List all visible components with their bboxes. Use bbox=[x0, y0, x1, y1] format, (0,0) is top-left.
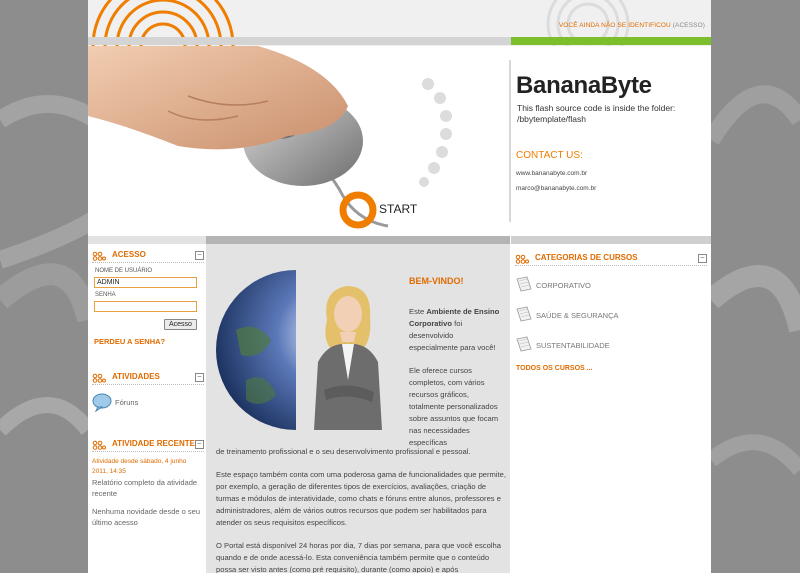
contact-title: CONTACT US: bbox=[516, 150, 583, 161]
forums-link[interactable]: Fóruns bbox=[115, 397, 138, 408]
welcome-offer-continuation: de treinamento profissional e o seu dese… bbox=[216, 447, 471, 456]
brand-note-line1: This flash source code is inside the fol… bbox=[517, 103, 676, 113]
category-label: SUSTENTABILIDADE bbox=[536, 341, 610, 350]
collapse-icon[interactable]: – bbox=[195, 440, 204, 449]
header-green-bar bbox=[511, 37, 711, 45]
collapse-icon[interactable]: – bbox=[195, 373, 204, 382]
start-label[interactable]: START bbox=[379, 202, 417, 216]
center-column: BEM-VINDO! Este Ambiente de Ensino Corpo… bbox=[206, 244, 510, 573]
progress-dots-icon bbox=[419, 78, 452, 187]
top-header: VOCÊ AINDA NÃO SE IDENTIFICOU (ACESSO) bbox=[88, 0, 711, 46]
forum-bubble-icon[interactable] bbox=[92, 392, 112, 412]
category-item-saude-seguranca[interactable]: SAÚDE & SEGURANÇA bbox=[515, 305, 665, 325]
start-ring-icon[interactable] bbox=[336, 188, 380, 232]
access-block-title: ACESSO bbox=[112, 250, 146, 259]
access-block-header: ACESSO – bbox=[92, 250, 204, 263]
document-icon bbox=[516, 276, 532, 292]
right-column: CATEGORIAS DE CURSOS – CORPORATIVO SAÚDE… bbox=[511, 244, 711, 573]
activities-block-header: ATIVIDADES – bbox=[92, 372, 204, 385]
password-input[interactable] bbox=[94, 301, 197, 312]
left-column: ACESSO – NOME DE USUÁRIO SENHA Acesso PE… bbox=[88, 244, 206, 573]
welcome-intro: Este Ambiente de Ensino Corporativo foi … bbox=[409, 306, 504, 354]
categories-block-header: CATEGORIAS DE CURSOS – bbox=[515, 253, 707, 266]
left-under-bar bbox=[88, 236, 206, 244]
welcome-features-text: Este espaço também conta com uma poderos… bbox=[216, 470, 506, 527]
login-link[interactable]: (ACESSO) bbox=[673, 22, 705, 29]
contact-email[interactable]: marco@bananabyte.com.br bbox=[516, 185, 596, 192]
block-dots-icon bbox=[92, 440, 106, 450]
no-news-text: Nenhuma novidade desde o seu último aces… bbox=[92, 507, 200, 527]
welcome-title: BEM-VINDO! bbox=[409, 276, 464, 286]
collapse-icon[interactable]: – bbox=[195, 251, 204, 260]
category-item-corporativo[interactable]: CORPORATIVO bbox=[515, 275, 665, 295]
block-dots-icon bbox=[515, 254, 529, 264]
block-dots-icon bbox=[92, 251, 106, 261]
category-item-sustentabilidade[interactable]: SUSTENTABILIDADE bbox=[515, 335, 665, 355]
document-icon bbox=[516, 336, 532, 352]
username-label: NOME DE USUÁRIO bbox=[95, 268, 153, 274]
brand-title: BananaByte bbox=[516, 72, 652, 99]
brand-note: This flash source code is inside the fol… bbox=[517, 103, 707, 125]
access-submit-button[interactable]: Acesso bbox=[164, 319, 197, 330]
right-under-bar bbox=[511, 236, 711, 244]
banner-divider bbox=[509, 60, 511, 222]
header-gray-bar bbox=[88, 37, 511, 45]
category-label: CORPORATIVO bbox=[536, 281, 591, 290]
recent-since-text: Atividade desde sábado, 4 junho 2011, 14… bbox=[92, 458, 187, 475]
page-container: VOCÊ AINDA NÃO SE IDENTIFICOU (ACESSO) S… bbox=[88, 0, 711, 573]
login-status-text: VOCÊ AINDA NÃO SE IDENTIFICOU bbox=[558, 22, 671, 29]
globe-icon bbox=[216, 270, 296, 430]
login-status: VOCÊ AINDA NÃO SE IDENTIFICOU (ACESSO) bbox=[559, 22, 705, 29]
collapse-icon[interactable]: – bbox=[698, 254, 707, 263]
full-report-link[interactable]: Relatório completo da atividade recente bbox=[92, 477, 202, 499]
password-label: SENHA bbox=[95, 292, 116, 298]
username-input[interactable] bbox=[94, 277, 197, 288]
welcome-intro-prefix: Este bbox=[409, 307, 427, 316]
welcome-portal-text: O Portal está disponível 24 horas por di… bbox=[216, 541, 501, 573]
all-courses-link[interactable]: TODOS OS CURSOS ... bbox=[516, 365, 593, 372]
activities-block-title: ATIVIDADES bbox=[112, 372, 160, 381]
recent-block-title: ATIVIDADE RECENTE bbox=[112, 439, 195, 448]
woman-photo-icon bbox=[314, 286, 382, 430]
banner-image-area: START bbox=[88, 46, 511, 236]
block-dots-icon bbox=[92, 373, 106, 383]
category-label: SAÚDE & SEGURANÇA bbox=[536, 311, 619, 320]
contact-site[interactable]: www.bananabyte.com.br bbox=[516, 170, 587, 177]
flash-banner: START BananaByte This flash source code … bbox=[88, 46, 711, 236]
forgot-password-link[interactable]: PERDEU A SENHA? bbox=[94, 337, 165, 346]
welcome-offer-text: Ele oferece cursos completos, com vários… bbox=[409, 366, 499, 447]
recent-block-header: ATIVIDADE RECENTE – bbox=[92, 439, 204, 452]
categories-block-title: CATEGORIAS DE CURSOS bbox=[535, 253, 638, 262]
center-under-bar bbox=[206, 236, 510, 244]
document-icon bbox=[516, 306, 532, 322]
brand-note-line2: /bbytemplate/flash bbox=[517, 114, 586, 124]
